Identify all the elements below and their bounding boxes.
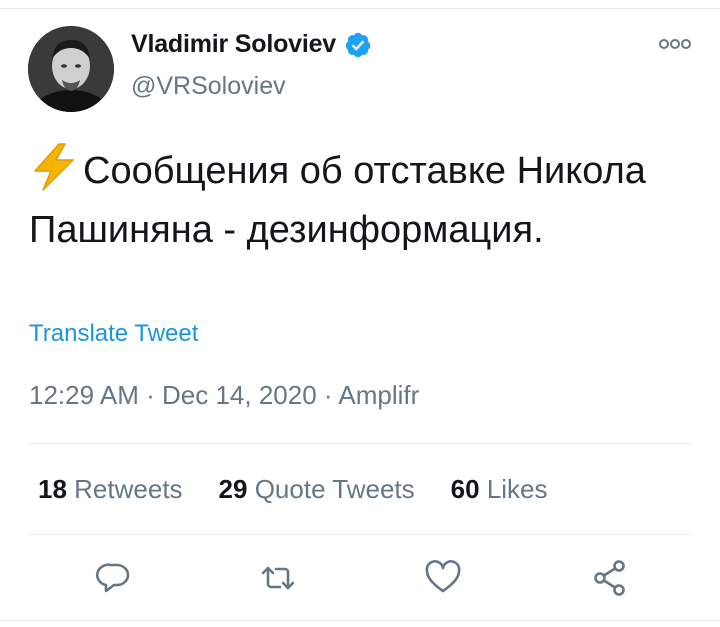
retweet-button[interactable] <box>256 556 300 600</box>
like-button[interactable] <box>421 556 465 600</box>
verified-badge-icon <box>345 32 371 57</box>
tweet-actions-bar <box>0 556 720 602</box>
reply-button[interactable] <box>92 556 136 600</box>
tweet-metadata: 12:29 AM · Dec 14, 2020 · Amplifr <box>29 380 419 411</box>
high-voltage-icon <box>34 143 74 191</box>
share-icon <box>594 560 625 596</box>
like-icon <box>425 560 461 593</box>
top-divider <box>0 8 720 9</box>
reply-icon <box>95 563 130 593</box>
bottom-divider <box>0 620 720 621</box>
retweet-icon <box>261 566 295 590</box>
tweet-stats: 18 Retweets 29 Quote Tweets 60 Likes <box>38 474 548 505</box>
stats-top-divider <box>29 443 692 444</box>
likes-stat[interactable]: 60 Likes <box>451 474 548 505</box>
author-name-row: Vladimir Soloviev <box>131 30 372 59</box>
meta-separator: · <box>146 380 155 410</box>
quote-tweets-stat[interactable]: 29 Quote Tweets <box>219 474 415 505</box>
actions-top-divider <box>29 534 692 535</box>
avatar-photo <box>28 26 114 112</box>
tweet-body: Сообщения об отставке Никола Пашиняна - … <box>29 150 646 251</box>
tweet-time[interactable]: 12:29 AM <box>29 380 139 410</box>
author-display-name[interactable]: Vladimir Soloviev <box>131 30 336 59</box>
retweets-count: 18 <box>38 474 67 504</box>
likes-label: Likes <box>486 474 548 504</box>
more-options-icon[interactable] <box>655 34 695 54</box>
retweets-stat[interactable]: 18 Retweets <box>38 474 183 505</box>
avatar[interactable] <box>28 26 114 112</box>
translate-tweet-link[interactable]: Translate Tweet <box>29 320 198 348</box>
author-handle[interactable]: @VRSoloviev <box>131 72 286 101</box>
tweet-date[interactable]: Dec 14, 2020 <box>162 380 317 410</box>
tweet-text: Сообщения об отставке Никола Пашиняна - … <box>29 142 689 260</box>
tweet-source[interactable]: Amplifr <box>338 380 419 410</box>
quote-tweets-label: Quote Tweets <box>254 474 415 504</box>
likes-count: 60 <box>450 474 480 504</box>
share-button[interactable] <box>588 556 632 600</box>
quote-tweets-count: 29 <box>218 474 248 504</box>
retweets-label: Retweets <box>74 474 183 504</box>
meta-separator: · <box>323 380 333 410</box>
